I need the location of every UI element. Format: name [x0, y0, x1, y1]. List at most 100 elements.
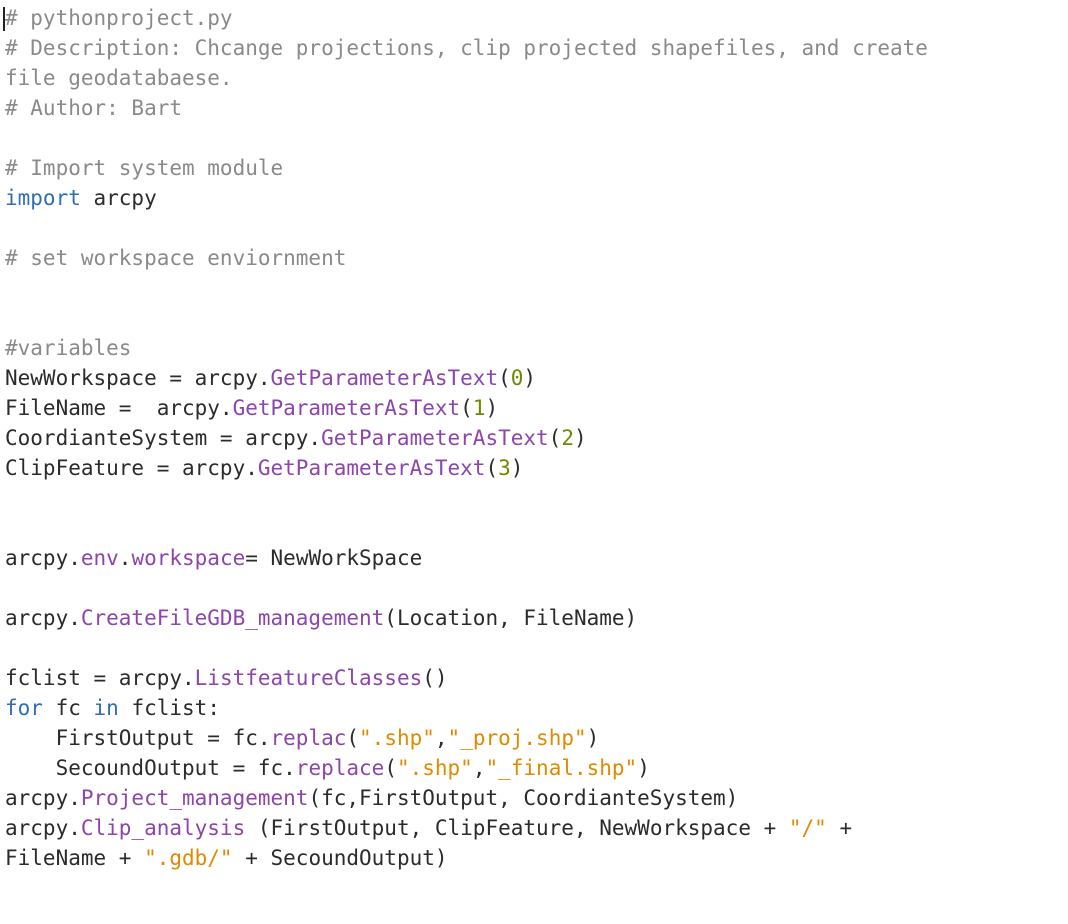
code-token: "_proj.shp"	[447, 726, 587, 750]
code-token: ,	[434, 726, 448, 750]
code-token: GetParameterAsText	[232, 396, 461, 420]
code-token: fc	[42, 696, 94, 720]
code-line: arcpy.Clip_analysis (FirstOutput, ClipFe…	[5, 813, 928, 843]
code-token: CreateFileGDB_management	[80, 606, 385, 630]
code-token: FileName = arcpy.	[5, 396, 233, 420]
code-token: (	[498, 366, 511, 390]
code-token: )	[573, 426, 587, 450]
code-line: for fc in fclist:	[5, 693, 928, 723]
code-token: fclist:	[118, 696, 220, 720]
code-token: GetParameterAsText	[270, 366, 499, 390]
code-token: FirstOutput = fc.	[5, 726, 271, 750]
code-line: arcpy.env.workspace= NewWorkSpace	[5, 543, 928, 573]
code-token: "/"	[788, 816, 827, 840]
code-line: NewWorkspace = arcpy.GetParameterAsText(…	[5, 363, 928, 393]
code-token: 2	[561, 426, 574, 450]
code-area[interactable]: # pythonproject.py # Description: Chcange…	[5, 3, 928, 873]
code-token: file geodatabaese.	[5, 66, 233, 90]
code-token: NewWorkspace = arcpy.	[5, 366, 271, 390]
code-token: FileName +	[5, 846, 145, 870]
code-token: import	[5, 186, 81, 210]
code-token: (	[460, 396, 473, 420]
code-token: arcpy.	[5, 606, 81, 630]
code-token: Clip_analysis	[80, 816, 246, 840]
code-token: # Import system module	[5, 156, 284, 180]
code-token: )	[485, 396, 499, 420]
code-token: ".shp"	[359, 726, 435, 750]
code-line: # Author: Bart	[5, 93, 928, 123]
code-token: 1	[472, 396, 486, 420]
code-line: FirstOutput = fc.replac(".shp","_proj.sh…	[5, 723, 928, 753]
code-token: arcpy.	[5, 786, 81, 810]
code-token: .	[118, 546, 132, 570]
code-token: (	[548, 426, 562, 450]
code-token: 3	[498, 456, 511, 480]
code-token: + SecoundOutput)	[232, 846, 448, 870]
code-token: "_final.shp"	[485, 756, 638, 780]
code-token: arcpy	[80, 186, 157, 210]
code-token: # Author: Bart	[5, 96, 183, 120]
code-line: FileName = arcpy.GetParameterAsText(1)	[5, 393, 928, 423]
code-token: (fc,FirstOutput, CoordianteSystem)	[308, 786, 739, 810]
code-token: (	[346, 726, 360, 750]
code-line: fclist = arcpy.ListfeatureClasses()	[5, 663, 928, 693]
code-token: ListfeatureClasses	[194, 666, 423, 690]
code-token: workspace	[131, 546, 246, 570]
code-token: in	[93, 696, 119, 720]
code-token: SecoundOutput = fc.	[5, 756, 296, 780]
code-token: 0	[510, 366, 524, 390]
code-line: #variables	[5, 333, 928, 363]
code-token: arcpy.	[5, 546, 81, 570]
code-line: file geodatabaese.	[5, 63, 928, 93]
code-line: ClipFeature = arcpy.GetParameterAsText(3…	[5, 453, 928, 483]
code-token: )	[523, 366, 537, 390]
code-token: arcpy.	[5, 816, 81, 840]
code-token: = NewWorkSpace	[245, 546, 423, 570]
code-token: fclist = arcpy.	[5, 666, 195, 690]
code-token: ,	[472, 756, 486, 780]
code-line: # Description: Chcange projections, clip…	[5, 33, 928, 63]
code-line: # Import system module	[5, 153, 928, 183]
code-token: for	[5, 696, 43, 720]
code-token: ()	[422, 666, 448, 690]
code-token: Project_management	[80, 786, 309, 810]
code-token: GetParameterAsText	[321, 426, 549, 450]
code-token: (	[485, 456, 499, 480]
code-token: )	[510, 456, 524, 480]
code-line: SecoundOutput = fc.replace(".shp","_fina…	[5, 753, 928, 783]
code-token: ".gdb/"	[144, 846, 233, 870]
code-token: env	[80, 546, 119, 570]
code-line: arcpy.Project_management(fc,FirstOutput,…	[5, 783, 928, 813]
code-token: # pythonproject.py	[5, 6, 233, 30]
code-line: # set workspace enviornment	[5, 243, 928, 273]
code-line: import arcpy	[5, 183, 928, 213]
code-line: CoordianteSystem = arcpy.GetParameterAsT…	[5, 423, 928, 453]
code-token: (FirstOutput, ClipFeature, NewWorkspace …	[245, 816, 789, 840]
code-token: (	[384, 756, 397, 780]
code-editor[interactable]: # pythonproject.py # Description: Chcange…	[0, 0, 1068, 924]
code-token: ClipFeature = arcpy.	[5, 456, 258, 480]
code-token: GetParameterAsText	[257, 456, 486, 480]
code-token: replace	[295, 756, 385, 780]
code-line: FileName + ".gdb/" + SecoundOutput)	[5, 843, 928, 873]
code-token: (Location, FileName)	[384, 606, 638, 630]
code-line: arcpy.CreateFileGDB_management(Location,…	[5, 603, 928, 633]
code-token: )	[586, 726, 600, 750]
code-token: #variables	[5, 336, 132, 360]
code-token: replac	[270, 726, 347, 750]
code-line: # pythonproject.py	[5, 3, 928, 33]
code-token: CoordianteSystem = arcpy.	[5, 426, 322, 450]
code-token: ".shp"	[396, 756, 473, 780]
code-token: +	[826, 816, 853, 840]
code-token: )	[637, 756, 650, 780]
code-token: # Description: Chcange projections, clip…	[5, 36, 928, 60]
code-token: # set workspace enviornment	[5, 246, 347, 270]
